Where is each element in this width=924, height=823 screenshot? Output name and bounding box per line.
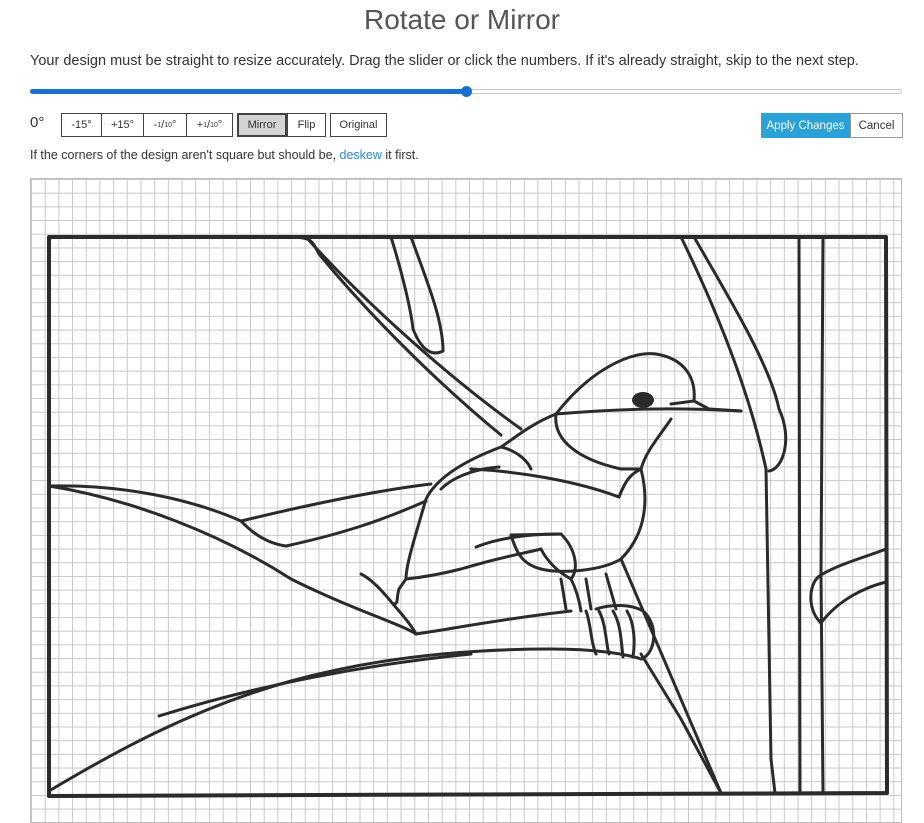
rotate-minus-tenth-button[interactable]: -1/10 °	[143, 113, 187, 137]
original-button-group: Original	[330, 113, 387, 137]
rotate-plus-15-button[interactable]: +15°	[101, 113, 144, 137]
rotate-button-group: -15° +15° -1/10 ° +1/10 °	[61, 113, 233, 137]
flip-button[interactable]: Flip	[287, 113, 326, 137]
slider-fill	[30, 89, 466, 94]
mirror-button-group: Mirror Flip	[237, 113, 326, 137]
deskew-hint-prefix: If the corners of the design aren't squa…	[30, 148, 340, 162]
deskew-link[interactable]: deskew	[340, 148, 382, 162]
bird-eye-icon	[632, 392, 654, 408]
rotate-plus-tenth-button[interactable]: +1/10 °	[186, 113, 233, 137]
angle-readout: 0°	[30, 114, 45, 131]
fraction-numerator: 1	[203, 121, 208, 129]
apply-changes-button[interactable]: Apply Changes	[761, 113, 850, 138]
rotate-minus-15-button[interactable]: -15°	[61, 113, 102, 137]
deskew-hint-suffix: it first.	[381, 148, 419, 162]
bird-on-branch-pattern-icon	[47, 235, 889, 798]
original-button[interactable]: Original	[330, 113, 387, 137]
page-title: Rotate or Mirror	[363, 4, 561, 35]
mirror-button[interactable]: Mirror	[237, 113, 287, 137]
design-canvas[interactable]	[30, 178, 902, 823]
fraction-numerator: 1	[157, 121, 162, 129]
fraction-denominator: 10	[164, 121, 173, 129]
rotation-slider[interactable]	[30, 84, 902, 100]
slider-thumb[interactable]	[461, 86, 472, 97]
deskew-hint: If the corners of the design aren't squa…	[30, 148, 419, 162]
degree-symbol: °	[217, 119, 223, 131]
degree-symbol: °	[172, 119, 177, 131]
fraction-denominator: 10	[210, 121, 218, 129]
cancel-button[interactable]: Cancel	[850, 113, 903, 138]
instructions-text: Your design must be straight to resize a…	[30, 53, 859, 69]
